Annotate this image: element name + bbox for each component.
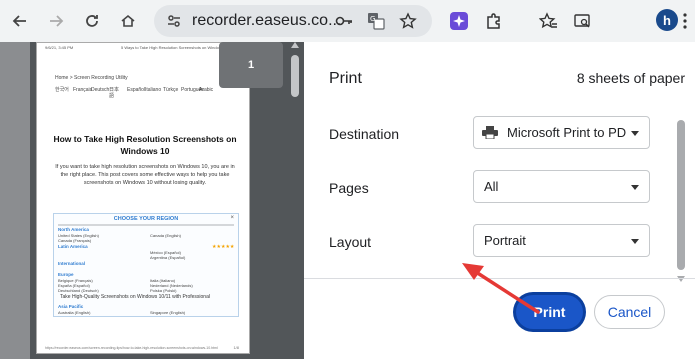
article-title: How to Take High Resolution Screenshots … (53, 134, 237, 156)
region-heading: Europe (58, 272, 74, 277)
language-item: Português (181, 87, 204, 93)
chevron-down-icon (631, 239, 639, 244)
forward-icon[interactable] (42, 7, 70, 35)
region-item: Canada (Français) (58, 238, 92, 243)
region-heading: International (58, 261, 86, 266)
annotation-arrow-icon (462, 263, 540, 314)
reload-icon[interactable] (78, 7, 106, 35)
reading-list-icon[interactable] (570, 9, 594, 33)
region-item: Argentina (Español) (150, 255, 186, 260)
preview-scrollbar[interactable] (291, 55, 299, 97)
profile-avatar[interactable]: h (656, 9, 678, 31)
sheet-count: 8 sheets of paper (576, 70, 685, 86)
dialog-title: Print (329, 70, 362, 87)
layout-select[interactable]: Portrait (473, 224, 650, 257)
cancel-button[interactable]: Cancel (594, 295, 665, 329)
destination-select[interactable]: Microsoft Print to PD (473, 116, 650, 149)
pages-value: All (484, 179, 499, 194)
svg-text:G: G (370, 15, 375, 23)
address-bar[interactable]: recorder.easeus.co... (154, 5, 432, 37)
destination-value: Microsoft Print to PD (507, 125, 627, 140)
puzzle-icon[interactable] (482, 9, 506, 33)
preview-page: 9/6/21, 3:45 PM 5 Ways to Take High Reso… (36, 42, 250, 354)
language-item: Deutsch (91, 87, 110, 93)
region-item: Deutschland (Deutsch) (58, 288, 99, 293)
url-text[interactable]: recorder.easeus.co... (192, 12, 341, 30)
chevron-down-icon (631, 131, 639, 136)
region-item: Singapore (English) (150, 310, 186, 315)
language-item: Türkçe (163, 87, 179, 93)
translate-icon[interactable]: G (364, 9, 388, 33)
browser-toolbar: recorder.easeus.co... G h (0, 0, 695, 42)
favorites-icon[interactable] (536, 9, 560, 33)
language-item: Arabic (199, 87, 214, 93)
region-item: Australia (English) (58, 310, 91, 315)
back-icon[interactable] (6, 7, 34, 35)
page-count-badge: 1 (219, 42, 283, 88)
page-header-title: 5 Ways to Take High Resolution Screensho… (121, 45, 230, 50)
region-item: Polska (Polski) (150, 288, 177, 293)
extension-icon[interactable] (447, 9, 471, 33)
menu-icon[interactable] (678, 9, 692, 33)
language-item: Español (127, 87, 146, 93)
region-heading: Latin America (58, 244, 88, 249)
scroll-up-arrow-icon[interactable] (291, 42, 299, 48)
article-intro: If you want to take high resolution scre… (55, 164, 235, 186)
scroll-down-arrow-icon[interactable] (677, 276, 685, 282)
chevron-down-icon (631, 185, 639, 190)
page-number: 1/8 (233, 345, 239, 350)
home-icon[interactable] (114, 7, 142, 35)
print-preview-area: 9/6/21, 3:45 PM 5 Ways to Take High Reso… (30, 42, 304, 359)
printer-icon (482, 126, 498, 139)
region-heading: Asia Pacific (58, 304, 84, 309)
page-header-date: 9/6/21, 3:45 PM (45, 45, 74, 50)
password-key-icon[interactable] (332, 9, 356, 33)
region-chooser: CHOOSE YOUR REGION × North America Unite… (53, 213, 239, 317)
pages-select[interactable]: All (473, 170, 650, 203)
rating-stars: ★★★★★ (212, 244, 235, 250)
language-list: 한국어 Français Deutsch 日本語 Español Italian… (55, 87, 213, 99)
language-item: Français (73, 87, 93, 93)
article-subheading: Take High-Quality Screenshots on Windows… (60, 294, 210, 300)
layout-value: Portrait (484, 233, 526, 248)
region-title: CHOOSE YOUR REGION (113, 216, 179, 222)
language-item: Italiano (145, 87, 162, 93)
page-footer-url: https://recorder.easeus.com/screen-recor… (45, 346, 218, 350)
layout-label: Layout (329, 234, 372, 250)
language-item: 日本語 (109, 87, 120, 99)
bookmark-star-icon[interactable] (396, 9, 420, 33)
close-icon: × (230, 215, 234, 221)
site-info-icon[interactable] (166, 13, 182, 34)
pages-label: Pages (329, 180, 369, 196)
divider (58, 224, 234, 226)
language-item: 한국어 (55, 87, 69, 93)
region-item: Canada (English) (150, 233, 181, 238)
breadcrumb: Home > Screen Recording Utility (55, 75, 128, 81)
region-heading: North America (58, 227, 89, 232)
dialog-scrollbar[interactable] (677, 120, 685, 270)
destination-label: Destination (329, 126, 400, 142)
